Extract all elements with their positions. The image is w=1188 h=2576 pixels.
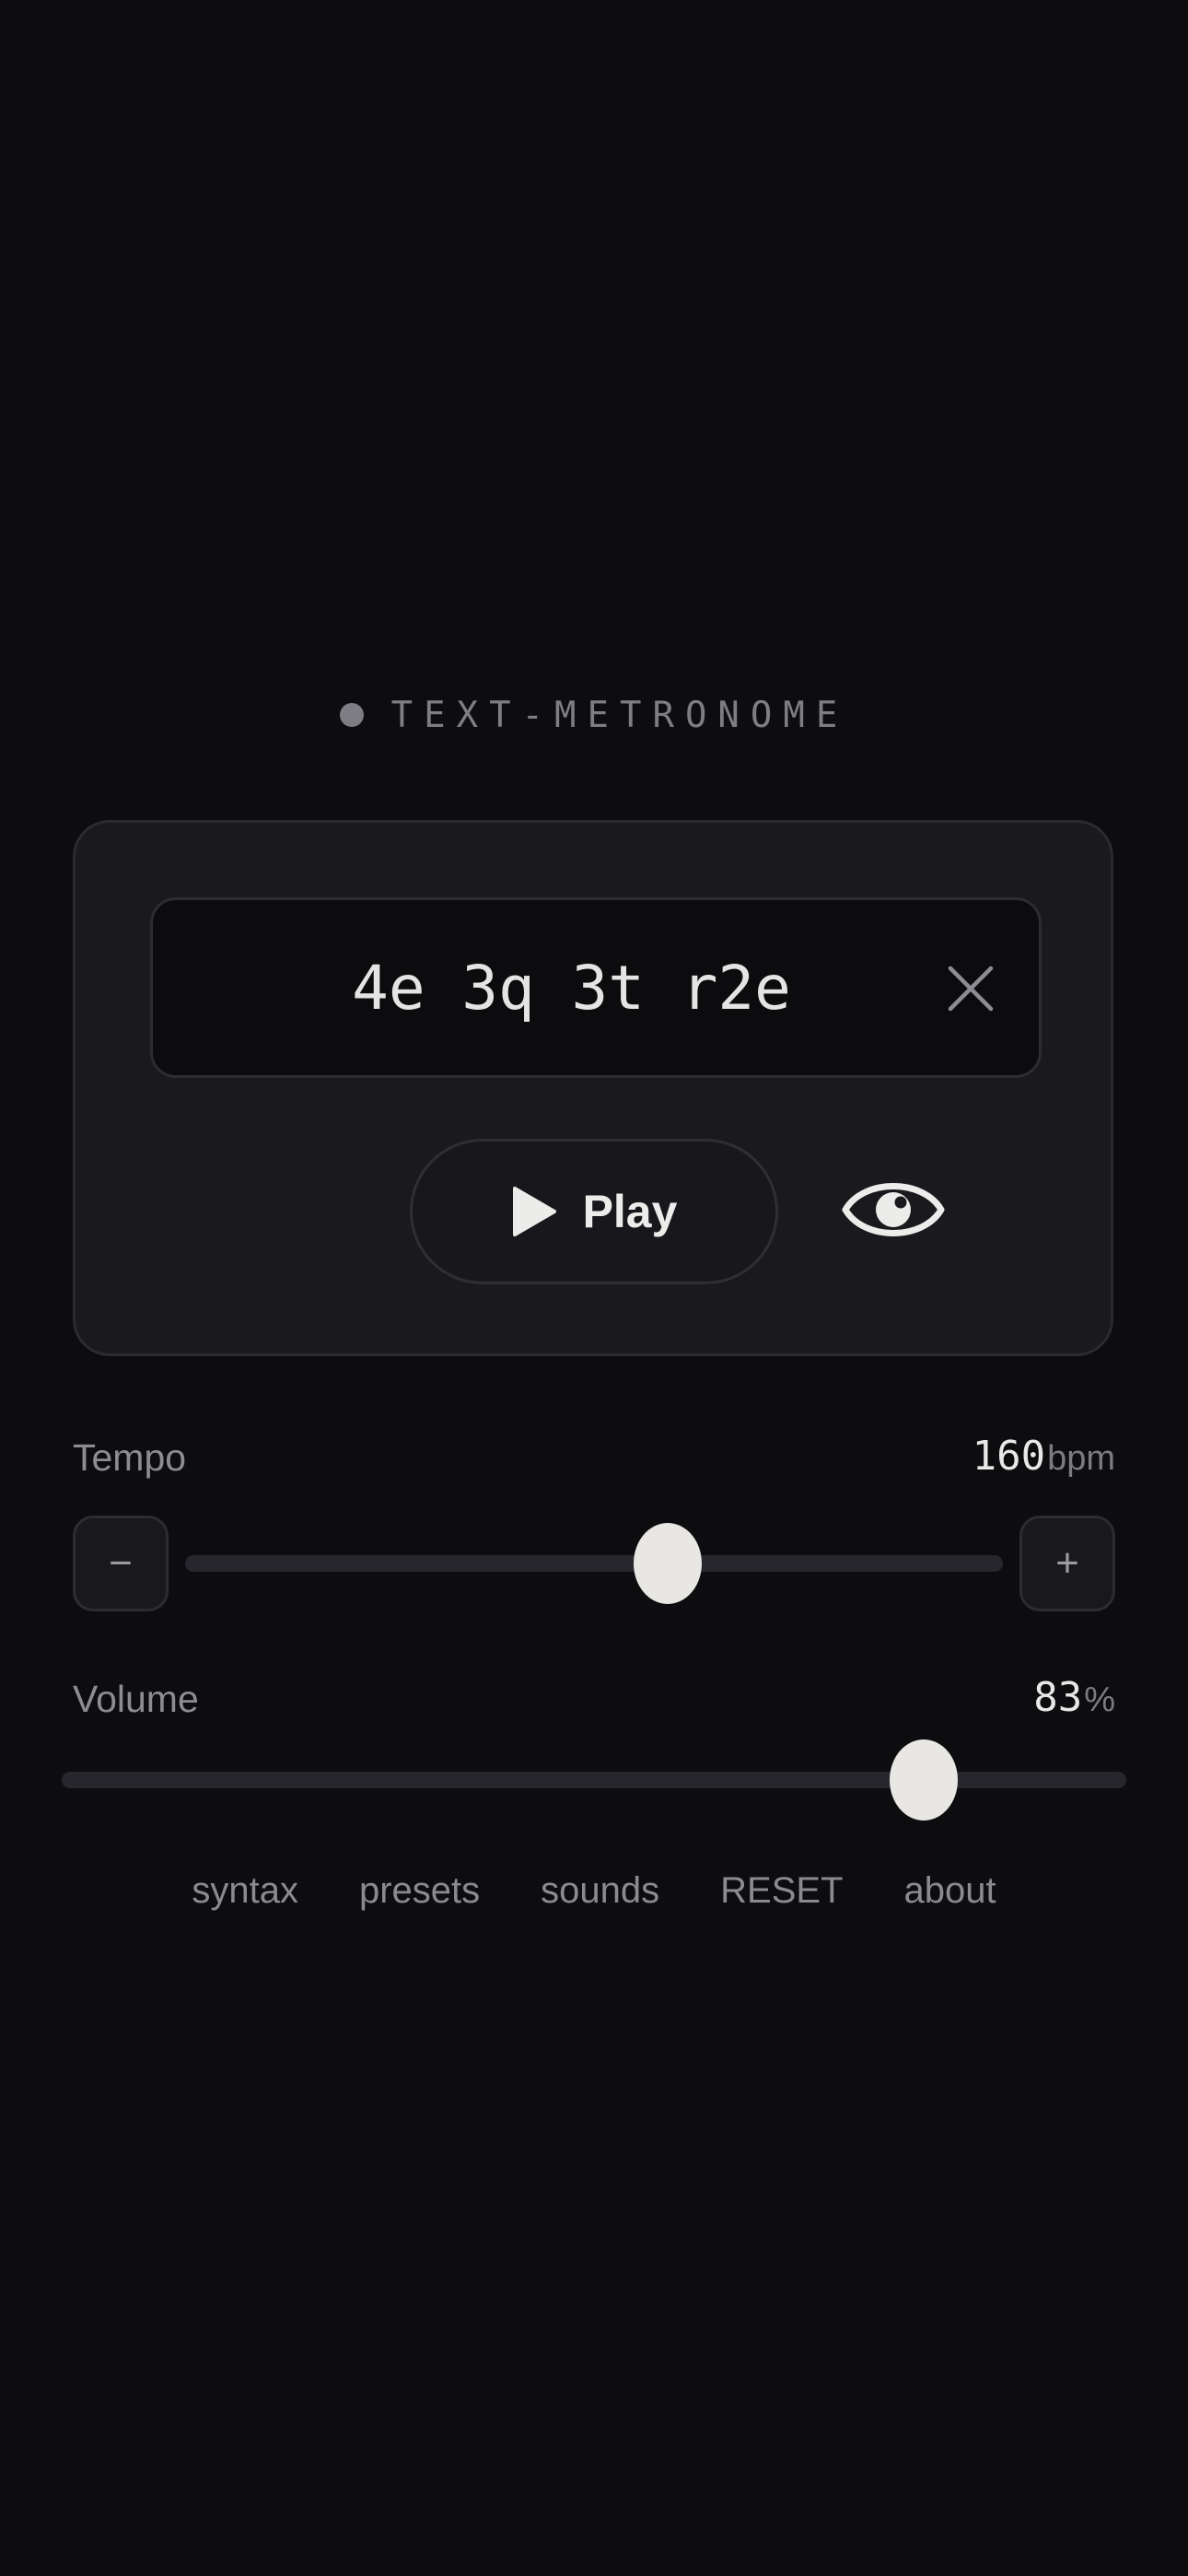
tempo-control-row: − + <box>73 1516 1115 1611</box>
close-icon <box>948 966 994 1012</box>
footer-link-reset[interactable]: RESET <box>720 1870 843 1926</box>
clear-button[interactable] <box>947 965 995 1013</box>
tempo-section: Tempo 160 bpm − + <box>73 1433 1115 1611</box>
play-button-label: Play <box>582 1186 678 1237</box>
pattern-card: Play <box>73 820 1113 1356</box>
eye-icon <box>842 1183 945 1236</box>
tempo-readout: 160 bpm <box>973 1433 1115 1480</box>
app-title: TEXT-METRONOME <box>390 694 849 736</box>
tempo-decrease-button[interactable]: − <box>73 1516 169 1611</box>
footer-link-about[interactable]: about <box>904 1870 996 1926</box>
play-button[interactable]: Play <box>410 1139 778 1284</box>
footer-link-presets[interactable]: presets <box>359 1870 480 1926</box>
footer-link-sounds[interactable]: sounds <box>541 1870 659 1926</box>
volume-section: Volume 83 % <box>62 1674 1126 1821</box>
tempo-value: 160 <box>972 1433 1046 1480</box>
volume-slider-track[interactable] <box>62 1772 1126 1788</box>
footer-link-syntax[interactable]: syntax <box>192 1870 298 1926</box>
pattern-input[interactable] <box>153 900 1039 1075</box>
tempo-label: Tempo <box>73 1436 187 1479</box>
footer-nav: syntax presets sounds RESET about <box>0 1870 1188 1926</box>
app-root: TEXT-METRONOME Play <box>0 0 1188 2576</box>
app-header: TEXT-METRONOME <box>0 689 1188 741</box>
visualize-button[interactable] <box>842 1164 945 1256</box>
volume-value: 83 <box>1033 1674 1083 1721</box>
tempo-slider-track[interactable] <box>185 1555 1003 1572</box>
pattern-field <box>150 897 1042 1078</box>
tempo-unit: bpm <box>1047 1439 1115 1478</box>
volume-readout: 83 % <box>1033 1674 1115 1721</box>
volume-header: Volume 83 % <box>73 1674 1115 1729</box>
tempo-header: Tempo 160 bpm <box>73 1433 1115 1488</box>
volume-control-row <box>62 1729 1126 1831</box>
tempo-slider-thumb[interactable] <box>633 1523 702 1604</box>
dot-icon <box>339 703 364 727</box>
volume-label: Volume <box>73 1678 199 1720</box>
volume-unit: % <box>1084 1680 1115 1719</box>
playback-controls: Play <box>76 1139 1111 1284</box>
tempo-increase-button[interactable]: + <box>1019 1516 1115 1611</box>
volume-slider-thumb[interactable] <box>890 1739 959 1821</box>
play-icon <box>511 1186 557 1237</box>
